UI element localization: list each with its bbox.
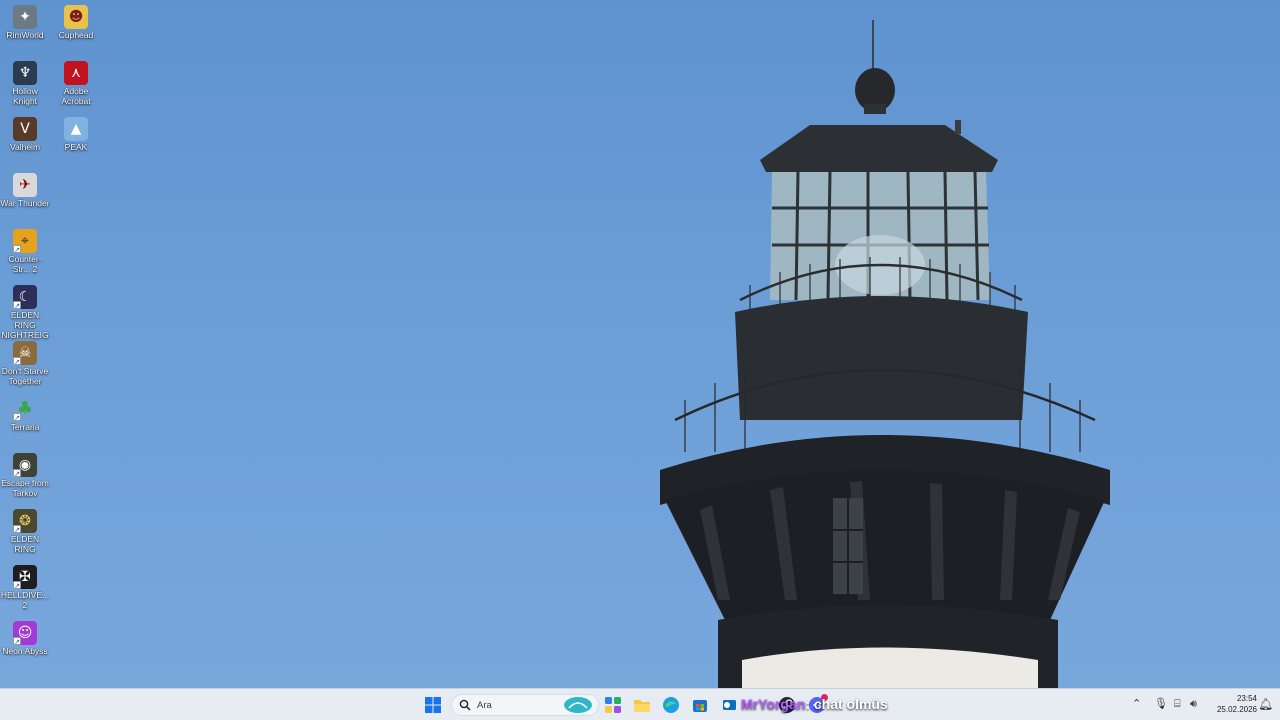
- desktop-icon-terraria[interactable]: ♣ ↗ Terraria: [0, 397, 50, 433]
- desktop-icon-label: Neon Abyss: [2, 646, 48, 656]
- outlook-icon: [723, 700, 736, 710]
- windows-start-icon: [425, 697, 441, 713]
- shortcut-arrow-icon: ↗: [13, 245, 21, 254]
- desktop-icon-counter-strike-2[interactable]: ⌖ ↗ Counter-Str... 2: [0, 229, 50, 274]
- cuphead-icon: ☻: [64, 5, 88, 29]
- taskbar-store-button[interactable]: [688, 693, 712, 717]
- taskbar-file-explorer-button[interactable]: [630, 693, 654, 717]
- desktop-icon-neon-abyss[interactable]: ☺ ↗ Neon Abyss: [0, 621, 50, 656]
- chat-overlay: MrYorgan: chat olmüs: [741, 696, 888, 716]
- desktop-icon-label: PEAK: [64, 142, 88, 152]
- taskbar-outlook-button[interactable]: [717, 693, 741, 717]
- clock-date: 25.02.2026: [1216, 705, 1257, 714]
- elden-ring-nightreign-icon: ☾ ↗: [13, 285, 37, 310]
- desktop-icon-label: Cuphead: [58, 30, 94, 40]
- desktop-icon-rimworld[interactable]: ✦ RimWorld: [0, 5, 50, 40]
- desktop-icon-elden-ring[interactable]: ❂ ↗ ELDEN RING: [0, 509, 50, 554]
- edge-icon: [663, 697, 679, 713]
- elden-ring-icon: ❂ ↗: [13, 509, 37, 534]
- search-icon: [459, 699, 471, 711]
- shortcut-arrow-icon: ↗: [13, 637, 21, 646]
- desktop-icon-peak[interactable]: ▲ PEAK: [51, 117, 101, 152]
- desktop-icon-label: Counter-Str... 2: [8, 254, 42, 274]
- desktop-icon-war-thunder[interactable]: ✈ War Thunder: [0, 173, 50, 208]
- taskbar-search-box[interactable]: Ara: [451, 694, 599, 716]
- network-icon[interactable]: ⌸: [1174, 697, 1181, 711]
- volume-icon[interactable]: 🔊︎: [1190, 697, 1197, 711]
- desktop-icon-label: ELDEN RING: [10, 534, 40, 554]
- chat-overlay-user: MrYorgan: [741, 696, 806, 712]
- desktop-icon-valheim[interactable]: V Valheim: [0, 117, 50, 152]
- lighthouse-wallpaper: [660, 20, 1110, 688]
- terraria-icon: ♣ ↗: [13, 398, 34, 422]
- desktop-icon-escape-from-tarkov[interactable]: ◉ ↗ Escape from Tarkov: [0, 453, 50, 498]
- desktop-icon-helldivers-2[interactable]: ✠ ↗ HELLDIVE... 2: [0, 565, 50, 610]
- taskbar-widgets-button[interactable]: [601, 693, 625, 717]
- desktop-icon-label: War Thunder: [0, 198, 50, 208]
- hollow-knight-icon: ♆: [13, 61, 37, 85]
- microphone-icon[interactable]: 🎙︎: [1154, 697, 1168, 710]
- shortcut-arrow-icon: ↗: [13, 581, 21, 590]
- taskbar-edge-button[interactable]: [659, 693, 683, 717]
- desktop-icon-label: RimWorld: [6, 30, 44, 40]
- neon-abyss-icon: ☺ ↗: [13, 621, 37, 646]
- war-thunder-icon: ✈: [13, 173, 37, 197]
- rimworld-icon: ✦: [13, 5, 37, 29]
- escape-from-tarkov-icon: ◉ ↗: [13, 453, 37, 478]
- counter-strike-2-icon: ⌖ ↗: [13, 229, 37, 254]
- chat-overlay-message: : chat olmüs: [805, 696, 888, 712]
- desktop-icon-label: Hollow Knight: [12, 86, 38, 106]
- chevron-up-icon[interactable]: ⌃: [1132, 697, 1141, 710]
- taskbar-clock[interactable]: 23:54 25.02.2026: [1205, 693, 1257, 715]
- desktop-icon-label: Valheim: [9, 142, 41, 152]
- valheim-icon: V: [13, 117, 37, 141]
- desktop-icon-cuphead[interactable]: ☻ Cuphead: [51, 5, 101, 40]
- notification-icon[interactable]: 🔔︎: [1258, 697, 1273, 711]
- peak-icon: ▲: [64, 117, 88, 141]
- desktop-icon-label: HELLDIVE... 2: [0, 590, 50, 610]
- helldivers-2-icon: ✠ ↗: [13, 565, 37, 590]
- shortcut-arrow-icon: ↗: [13, 357, 21, 366]
- file-explorer-icon: [634, 700, 650, 712]
- shortcut-arrow-icon: ↗: [13, 469, 21, 478]
- desktop-icon-adobe-acrobat[interactable]: ⋏ Adobe Acrobat: [51, 61, 101, 106]
- shortcut-arrow-icon: ↗: [13, 301, 21, 310]
- search-highlight-icon: [564, 697, 592, 713]
- shortcut-arrow-icon: ↗: [13, 413, 21, 422]
- shortcut-arrow-icon: ↗: [13, 525, 21, 534]
- microsoft-store-icon: [693, 700, 707, 712]
- desktop: ✦ RimWorld ☻ Cuphead ♆ Hollow Knight ⋏ A…: [0, 0, 1280, 688]
- search-placeholder: Ara: [477, 699, 492, 711]
- desktop-icon-label: Terraria: [10, 422, 40, 432]
- widgets-icon: [605, 697, 621, 713]
- desktop-icon-dont-starve-together[interactable]: ☠ ↗ Don't Starve Together: [0, 341, 50, 386]
- taskbar: Ara ⌃ 🎙︎ ⌸ 🔊︎ 23:54 25.02.2026 🔔︎: [0, 688, 1280, 720]
- adobe-acrobat-icon: ⋏: [64, 61, 88, 85]
- desktop-icon-label: Escape from Tarkov: [1, 478, 49, 498]
- start-button[interactable]: [421, 693, 445, 717]
- clock-time: 23:54: [1236, 694, 1257, 703]
- desktop-icon-hollow-knight[interactable]: ♆ Hollow Knight: [0, 61, 50, 106]
- dont-starve-together-icon: ☠ ↗: [13, 341, 37, 366]
- desktop-icon-label: Don't Starve Together: [1, 366, 49, 386]
- desktop-icon-label: Adobe Acrobat: [61, 86, 91, 106]
